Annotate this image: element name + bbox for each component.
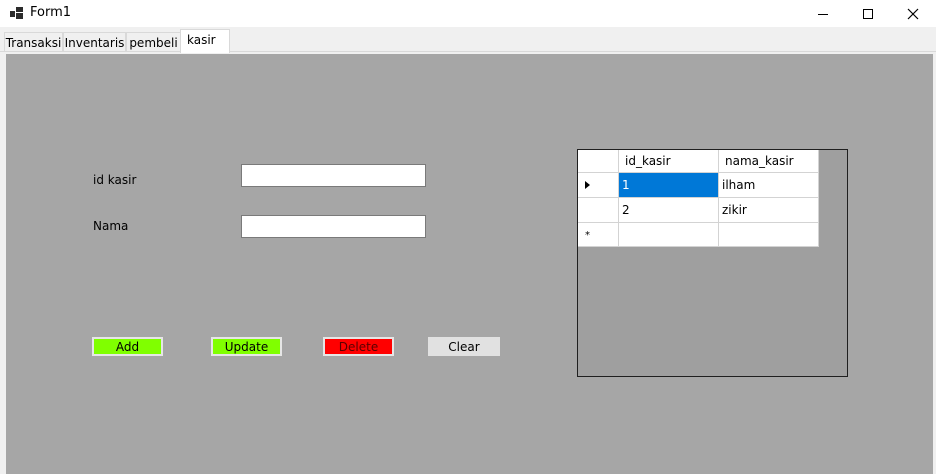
new-row-cell-id-kasir[interactable] <box>619 223 719 247</box>
nama-label: Nama <box>93 219 129 233</box>
minimize-icon <box>818 13 828 15</box>
maximize-icon <box>863 8 873 19</box>
clear-button[interactable]: Clear <box>428 337 500 356</box>
grid-cell-id-kasir[interactable]: 2 <box>619 198 719 223</box>
delete-button[interactable]: Delete <box>323 337 394 356</box>
maximize-button[interactable] <box>845 0 891 27</box>
app-icon <box>10 7 24 19</box>
grid-cell-nama-kasir[interactable]: ilham <box>719 173 819 198</box>
new-row-cell-nama-kasir[interactable] <box>719 223 819 247</box>
id-kasir-input[interactable] <box>241 164 426 187</box>
tab-pembeli[interactable]: pembeli <box>126 32 181 53</box>
close-icon <box>907 8 919 19</box>
new-row-star-icon: * <box>585 230 590 241</box>
window-title: Form1 <box>30 5 72 20</box>
close-button[interactable] <box>890 0 936 27</box>
row-header[interactable] <box>578 198 619 223</box>
current-row-arrow-icon <box>585 181 590 189</box>
row-header-current[interactable] <box>578 173 619 198</box>
nama-input[interactable] <box>241 215 426 238</box>
kasir-data-grid[interactable]: id_kasir nama_kasir 1 ilham 2 zikir * <box>577 149 848 377</box>
title-bar: Form1 <box>0 0 936 27</box>
new-row-header[interactable]: * <box>578 223 619 247</box>
grid-corner-header[interactable] <box>578 150 619 173</box>
id-kasir-label: id kasir <box>93 173 137 187</box>
grid-cell-nama-kasir[interactable]: zikir <box>719 198 819 223</box>
column-header-id-kasir[interactable]: id_kasir <box>619 150 719 173</box>
tab-strip: Transaksi Inventaris pembeli kasir <box>0 27 936 53</box>
tab-kasir[interactable]: kasir <box>180 29 230 53</box>
tab-transaksi[interactable]: Transaksi <box>4 32 63 53</box>
tab-inventaris[interactable]: Inventaris <box>63 32 126 53</box>
update-button[interactable]: Update <box>211 337 282 356</box>
minimize-button[interactable] <box>800 0 846 27</box>
column-header-nama-kasir[interactable]: nama_kasir <box>719 150 819 173</box>
grid-cell-id-kasir[interactable]: 1 <box>619 173 719 198</box>
add-button[interactable]: Add <box>92 337 163 356</box>
